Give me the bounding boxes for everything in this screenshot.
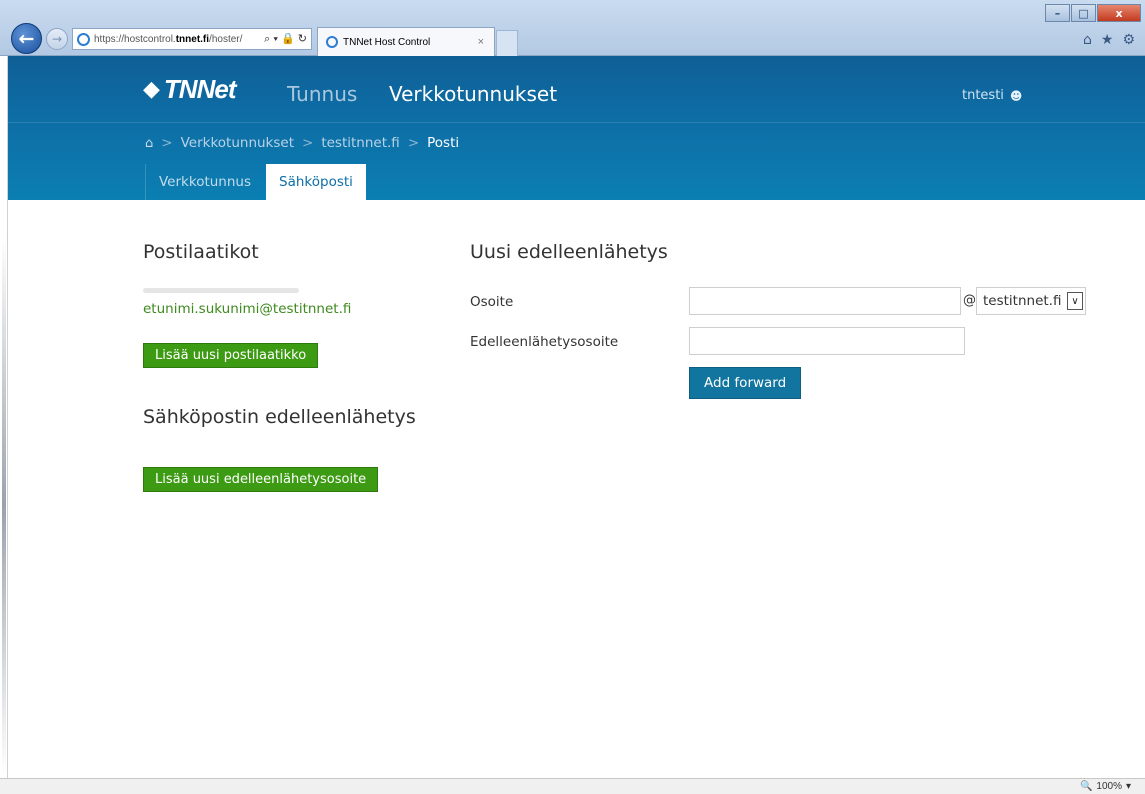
back-button[interactable]: ← (11, 23, 42, 54)
at-sign: @ (963, 293, 976, 308)
forward-address-input[interactable] (689, 327, 965, 355)
chevron-down-icon[interactable]: ∨ (1067, 292, 1083, 310)
address-tools[interactable]: ⌕ ▾ 🔒 ↻ (264, 32, 311, 46)
nav-tunnus[interactable]: Tunnus (287, 82, 357, 106)
zoom-control[interactable]: 🔍 100% ▾ (1080, 781, 1131, 792)
tnnet-logo[interactable]: ◆ TNNet (143, 74, 237, 105)
nav-verkkotunnukset[interactable]: Verkkotunnukset (389, 82, 557, 106)
breadcrumb-separator: > (161, 135, 173, 151)
favorites-star-icon[interactable]: ★ (1101, 32, 1114, 48)
tab-title: TNNet Host Control (343, 36, 431, 48)
breadcrumb-domain[interactable]: testitnnet.fi (321, 135, 399, 151)
window-controls: – □ x (1045, 4, 1141, 22)
browser-toolbar-icons: ⌂ ★ ⚙ (1083, 32, 1135, 48)
back-arrow-icon: ← (18, 27, 35, 50)
breadcrumb-current: Posti (427, 135, 460, 151)
ie-logo-icon (77, 32, 90, 46)
home-icon[interactable]: ⌂ (1083, 32, 1092, 48)
address-domain: tnnet.fi (175, 33, 210, 45)
zoom-icon: 🔍 (1079, 781, 1093, 792)
address-bar[interactable]: https://hostcontrol. tnnet.fi/hoster/ ⌕ ▾… (72, 28, 312, 50)
add-mailbox-button[interactable]: Lisää uusi postilaatikko (143, 343, 319, 368)
tab-sahkoposti[interactable]: Sähköposti (266, 164, 366, 200)
new-forward-heading: Uusi edelleenlähetys (470, 241, 668, 263)
forwarding-heading: Sähköpostin edelleenlähetys (143, 406, 416, 428)
logo-text: TNNet (163, 74, 237, 104)
address-input[interactable] (689, 287, 961, 315)
left-window-edge (0, 56, 8, 778)
mailboxes-heading: Postilaatikot (143, 241, 259, 263)
settings-gear-icon[interactable]: ⚙ (1122, 32, 1135, 48)
site-header: ◆ TNNet Tunnus Verkkotunnukset tntesti ☻… (8, 56, 1145, 200)
address-prefix: https://hostcontrol. (94, 33, 176, 45)
browser-chrome: ← → https://hostcontrol. tnnet.fi/hoster/… (0, 0, 1145, 56)
address-label: Osoite (470, 294, 514, 310)
status-bar: 🔍 100% ▾ (0, 778, 1145, 794)
zoom-level: 100% (1096, 781, 1122, 792)
breadcrumb-home-icon[interactable]: ⌂ (145, 136, 153, 151)
tab-verkkotunnus[interactable]: Verkkotunnus (145, 164, 264, 200)
zoom-dropdown-icon[interactable]: ▾ (1126, 781, 1131, 792)
section-tabs: Verkkotunnus Sähköposti (145, 164, 366, 200)
tab-favicon-icon (326, 36, 338, 48)
username: tntesti (962, 88, 1004, 103)
forward-address-label: Edelleenlähetysosoite (470, 334, 619, 350)
user-menu[interactable]: tntesti ☻ (962, 88, 1022, 103)
browser-tab[interactable]: TNNet Host Control × (317, 27, 495, 56)
breadcrumb-separator: > (407, 135, 420, 151)
forward-arrow-icon: → (51, 32, 63, 46)
breadcrumb-separator: > (302, 135, 314, 151)
breadcrumb-verkkotunnukset[interactable]: Verkkotunnukset (181, 135, 294, 151)
mailbox-link[interactable]: etunimi.sukunimi@testitnnet.fi (143, 301, 351, 317)
breadcrumb: ⌂ > Verkkotunnukset > testitnnet.fi > Po… (145, 135, 459, 151)
add-forward-address-button[interactable]: Lisää uusi edelleenlähetysosoite (143, 467, 379, 492)
minimize-button[interactable]: – (1045, 4, 1070, 22)
address-suffix: /hoster/ (209, 33, 243, 45)
forward-button[interactable]: → (46, 28, 68, 50)
user-icon: ☻ (1009, 88, 1023, 103)
logo-diamond-icon: ◆ (143, 77, 160, 102)
close-window-button[interactable]: x (1097, 4, 1141, 22)
maximize-button[interactable]: □ (1071, 4, 1096, 22)
tab-close-icon[interactable]: × (478, 36, 484, 48)
divider (143, 288, 299, 293)
page: ◆ TNNet Tunnus Verkkotunnukset tntesti ☻… (8, 56, 1145, 778)
add-forward-button[interactable]: Add forward (689, 367, 802, 399)
domain-selected-value: testitnnet.fi (983, 293, 1062, 309)
new-tab-button[interactable] (496, 30, 518, 56)
domain-select[interactable]: testitnnet.fi ∨ (976, 287, 1086, 315)
